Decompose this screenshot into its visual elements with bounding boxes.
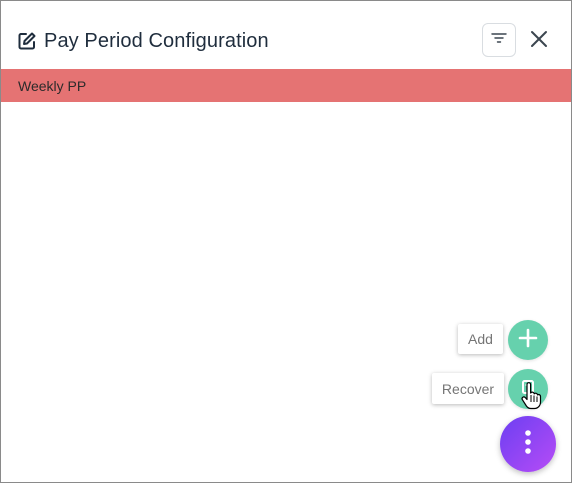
- dialog-title: Pay Period Configuration: [44, 30, 269, 52]
- add-button[interactable]: [508, 320, 548, 360]
- filter-button[interactable]: [482, 23, 516, 57]
- close-button[interactable]: [527, 29, 551, 53]
- filter-icon: [491, 31, 507, 50]
- recover-button[interactable]: [508, 369, 548, 409]
- plus-icon: [518, 328, 538, 353]
- dialog-header: Pay Period Configuration: [1, 1, 571, 69]
- pay-period-dialog: Pay Period Configuration Weekly PP: [0, 0, 572, 483]
- add-label: Add: [468, 331, 493, 347]
- speed-dial-toggle-button[interactable]: [500, 416, 556, 472]
- list-item-weekly-pp[interactable]: Weekly PP: [1, 69, 571, 102]
- recover-label: Recover: [441, 380, 495, 397]
- recover-icon: [520, 379, 536, 400]
- recover-tooltip: Recover: [432, 373, 504, 404]
- list-item-label: Weekly PP: [18, 77, 87, 94]
- close-icon: [530, 30, 548, 53]
- add-tooltip: Add: [458, 324, 503, 354]
- more-vertical-icon: [523, 429, 533, 460]
- edit-icon: [17, 31, 37, 51]
